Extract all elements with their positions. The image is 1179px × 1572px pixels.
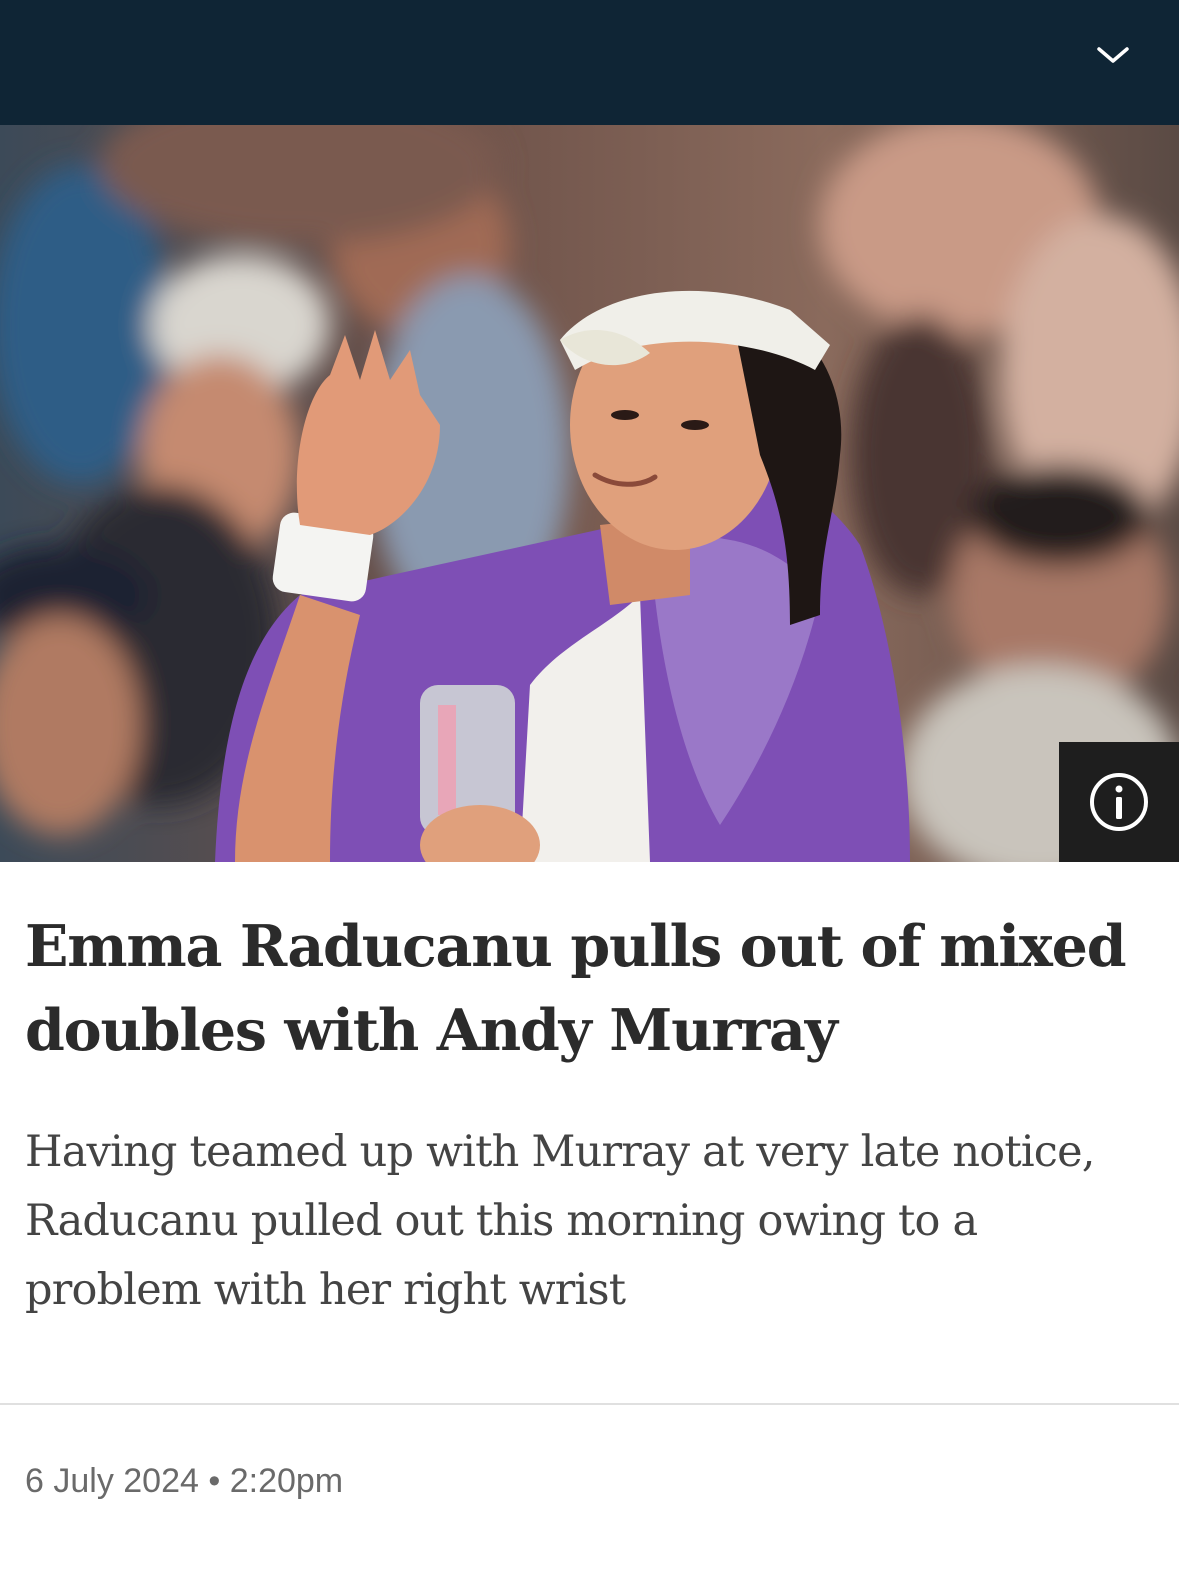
hero-image xyxy=(0,125,1179,862)
hero-photo xyxy=(0,125,1179,862)
article-date: 6 July 2024 xyxy=(25,1462,199,1500)
info-icon xyxy=(1090,773,1148,831)
article-headline: Emma Raducanu pulls out of mixed doubles… xyxy=(25,913,1127,1064)
article-standfirst: Having teamed up with Murray at very lat… xyxy=(25,1127,1095,1315)
article-dateline: 6 July 2024 • 2:20pm xyxy=(25,1462,343,1501)
chevron-down-icon xyxy=(1097,47,1129,63)
divider xyxy=(0,1403,1179,1405)
menu-toggle-button[interactable] xyxy=(1083,30,1143,80)
dateline-separator: • xyxy=(208,1462,221,1500)
article-time: 2:20pm xyxy=(229,1462,344,1500)
site-header xyxy=(0,0,1179,125)
image-info-button[interactable] xyxy=(1059,742,1179,862)
